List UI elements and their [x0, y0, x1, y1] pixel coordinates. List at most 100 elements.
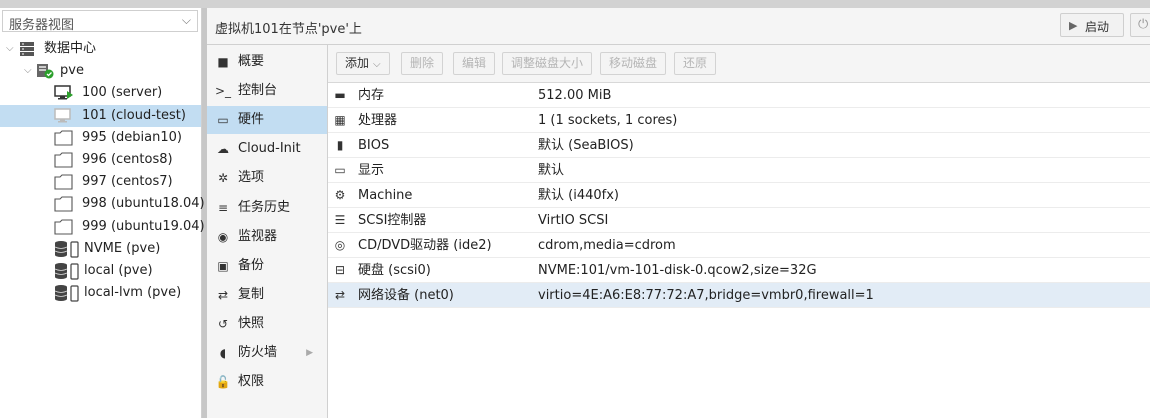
tree-item[interactable]: NVME (pve)	[0, 238, 201, 260]
tree-item[interactable]: ⌵ pve	[0, 60, 201, 82]
tree-expander-icon[interactable]: ⌵	[6, 38, 16, 60]
template-icon	[54, 196, 73, 212]
cdrom-icon: ◎	[334, 238, 346, 252]
shutdown-button[interactable]: ⏻	[1130, 13, 1150, 37]
nav-item[interactable]: ⇄ 复制	[207, 281, 327, 309]
hardware-key: 网络设备 (net0)	[358, 288, 454, 303]
unlock-icon: 🔓	[215, 375, 231, 390]
hardware-key: 硬盘 (scsi0)	[358, 263, 431, 278]
storage-icon	[54, 262, 80, 280]
tree-item-label: 995 (debian10)	[82, 129, 182, 145]
tree-item[interactable]: 100 (server)	[0, 82, 201, 104]
toolbar-button-label: 调整磁盘大小	[511, 56, 584, 70]
cpu-icon: ▦	[334, 113, 346, 127]
hardware-value: VirtIO SCSI	[538, 213, 609, 228]
hardware-row[interactable]: ▬ 内存 512.00 MiB	[328, 83, 1150, 108]
nav-item[interactable]: ☁ Cloud-Init	[207, 135, 327, 163]
nav-item-label: 任务历史	[238, 199, 291, 215]
nav-item-label: 快照	[238, 315, 265, 331]
monitor-icon: ▭	[334, 163, 346, 177]
hardware-row[interactable]: ▮ BIOS 默认 (SeaBIOS)	[328, 133, 1150, 158]
nav-item-label: Cloud-Init	[238, 141, 301, 157]
view-selector[interactable]: 服务器视图 ⌵	[2, 10, 198, 33]
vm-running-icon	[54, 85, 73, 101]
history-icon: ↺	[217, 316, 229, 331]
top-strip	[0, 0, 1150, 8]
nav-item[interactable]: ↺ 快照	[207, 310, 327, 338]
terminal-icon: >_	[215, 84, 232, 99]
gear-icon: ✲	[217, 171, 229, 186]
nav-item[interactable]: ■ 概要	[207, 48, 327, 76]
tree-expander-icon[interactable]: ⌵	[24, 60, 34, 82]
hardware-row[interactable]: ▭ 显示 默认	[328, 158, 1150, 183]
tree-item[interactable]: local (pve)	[0, 260, 201, 282]
toolbar-button: 调整磁盘大小	[502, 52, 593, 75]
template-icon	[54, 130, 73, 146]
hardware-row[interactable]: ⇄ 网络设备 (net0) virtio=4E:A6:E8:77:72:A7,bri…	[328, 283, 1150, 308]
hardware-key: 内存	[358, 88, 385, 103]
hardware-key: Machine	[358, 188, 413, 203]
hardware-row[interactable]: ◎ CD/DVD驱动器 (ide2) cdrom,media=cdrom	[328, 233, 1150, 258]
nav-item-label: 监视器	[238, 228, 278, 244]
hardware-value: 512.00 MiB	[538, 88, 612, 103]
header-bar: 虚拟机101在节点'pve'上 ▶ 启动 ⏻	[207, 8, 1150, 45]
tree-item[interactable]: 998 (ubuntu18.04)	[0, 193, 205, 215]
nav-item[interactable]: ✲ 选项	[207, 164, 327, 192]
nav-item[interactable]: ≡ 任务历史	[207, 194, 327, 222]
nav-item-label: 复制	[238, 286, 265, 302]
hardware-toolbar: 添加 ⌵ 删除 编辑 调整磁盘大小 移动磁盘 还原	[328, 45, 1150, 83]
eye-icon: ◉	[217, 229, 229, 244]
resource-tree-panel: 服务器视图 ⌵ ⌵ 数据中心 ⌵ pve 100 (server) 101 (cloud-…	[0, 8, 205, 418]
tree-item-label: 数据中心	[44, 41, 97, 56]
nav-item[interactable]: 🔓 权限	[207, 368, 327, 396]
start-button-label: 启动	[1085, 20, 1110, 34]
nav-item[interactable]: ▣ 备份	[207, 252, 327, 280]
nav-item[interactable]: ▭ 硬件	[207, 106, 327, 135]
book-icon: ■	[217, 55, 229, 69]
toolbar-button: 还原	[674, 52, 717, 75]
hardware-value: virtio=4E:A6:E8:77:72:A7,bridge=vmbr0,fi…	[538, 288, 874, 303]
node-online-icon	[36, 63, 54, 79]
template-icon	[54, 174, 73, 190]
tree-item-label: 996 (centos8)	[82, 152, 173, 167]
nav-item[interactable]: >_ 控制台	[207, 77, 327, 105]
tree-item[interactable]: 996 (centos8)	[0, 149, 201, 171]
memory-icon: ▬	[334, 88, 346, 102]
storage-icon	[54, 240, 80, 258]
hardware-row[interactable]: ▦ 处理器 1 (1 sockets, 1 cores)	[328, 108, 1150, 133]
hardware-row[interactable]: ⚙ Machine 默认 (i440fx)	[328, 183, 1150, 208]
toolbar-button[interactable]: 添加 ⌵	[336, 52, 390, 75]
start-button[interactable]: ▶ 启动	[1060, 13, 1124, 37]
tree-item[interactable]: 995 (debian10)	[0, 127, 201, 149]
hardware-value: cdrom,media=cdrom	[538, 238, 676, 253]
tree-item-label: 997 (centos7)	[82, 174, 173, 190]
tree-item[interactable]: 997 (centos7)	[0, 171, 201, 193]
hardware-value: NVME:101/vm-101-disk-0.qcow2,size=32G	[538, 263, 817, 278]
tree-item[interactable]: 101 (cloud-test)	[0, 104, 201, 127]
cogs-icon: ⚙	[334, 188, 346, 202]
database-icon: ☰	[334, 213, 346, 227]
desktop-icon: ▭	[217, 113, 229, 128]
tree-item-label: 101 (cloud-test)	[82, 107, 186, 123]
tree-item[interactable]: ⌵ 数据中心	[0, 38, 201, 60]
microchip-icon: ▮	[336, 138, 344, 152]
nav-item-label: 备份	[238, 257, 265, 273]
datacenter-icon	[18, 41, 36, 57]
hardware-key: SCSI控制器	[358, 213, 427, 228]
toolbar-button: 删除	[401, 52, 444, 75]
hardware-value: 默认	[538, 163, 565, 178]
tree-item-label: NVME (pve)	[84, 240, 161, 256]
hardware-row[interactable]: ☰ SCSI控制器 VirtIO SCSI	[328, 208, 1150, 233]
retweet-icon: ⇄	[217, 287, 229, 302]
nav-item[interactable]: ◖ 防火墙 ▶	[207, 339, 327, 367]
hardware-key: CD/DVD驱动器 (ide2)	[358, 238, 492, 253]
nav-item[interactable]: ◉ 监视器	[207, 223, 327, 251]
storage-icon	[54, 284, 80, 302]
hardware-row[interactable]: ⊟ 硬盘 (scsi0) NVME:101/vm-101-disk-0.qcow2,…	[328, 258, 1150, 283]
tree-item[interactable]: 999 (ubuntu19.04)	[0, 216, 205, 238]
hardware-key: BIOS	[358, 138, 390, 153]
power-icon: ⏻	[1138, 17, 1149, 32]
tree-item-label: pve	[60, 63, 84, 79]
tree-item[interactable]: local-lvm (pve)	[0, 282, 201, 304]
hardware-panel: 添加 ⌵ 删除 编辑 调整磁盘大小 移动磁盘 还原 ▬ 内存 512.00 MiB ▦ 处理器 1 (…	[328, 45, 1150, 418]
